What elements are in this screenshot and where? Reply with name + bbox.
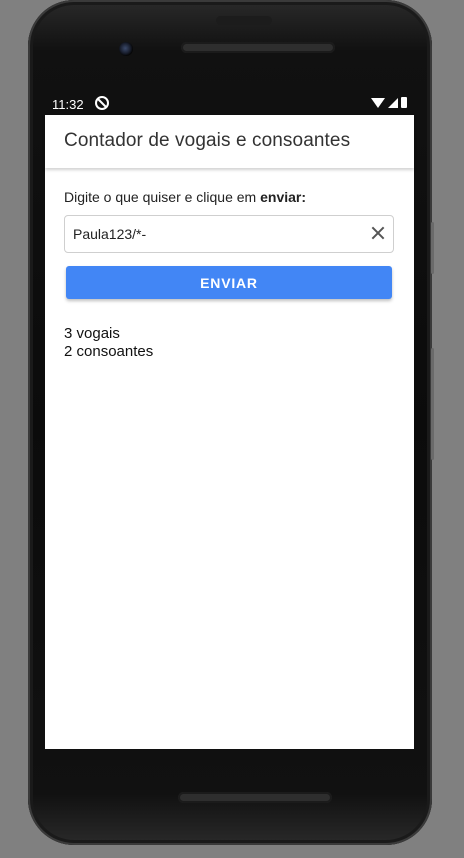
instruction-text: Digite o que quiser e clique em enviar: xyxy=(64,189,306,205)
text-input[interactable]: Paula123/*- xyxy=(64,215,394,253)
earpiece xyxy=(216,16,272,25)
front-camera xyxy=(119,42,133,56)
text-input-value[interactable]: Paula123/*- xyxy=(73,226,146,242)
status-bar: 11:32 xyxy=(45,93,414,115)
app-bar: Contador de vogais e consoantes xyxy=(45,115,414,168)
bottom-speaker xyxy=(178,792,332,803)
send-button[interactable]: ENVIAR xyxy=(66,266,392,299)
battery-icon xyxy=(401,97,407,108)
instruction-emphasis: enviar: xyxy=(260,189,307,205)
consonant-count: 2 consoantes xyxy=(64,343,154,360)
top-speaker xyxy=(181,42,335,53)
app-screen: Contador de vogais e consoantes Digite o… xyxy=(45,115,414,749)
close-icon[interactable] xyxy=(370,225,386,241)
status-icons xyxy=(371,97,407,108)
power-button xyxy=(431,348,434,460)
instruction-label: Digite o que quiser e clique em xyxy=(64,189,261,205)
status-time: 11:32 xyxy=(52,97,84,112)
page-title: Contador de vogais e consoantes xyxy=(64,130,351,151)
do-not-disturb-icon xyxy=(95,96,109,110)
wifi-icon xyxy=(371,98,385,108)
volume-button xyxy=(431,222,434,274)
vowel-count: 3 vogais xyxy=(64,325,120,342)
signal-icon xyxy=(388,98,398,108)
